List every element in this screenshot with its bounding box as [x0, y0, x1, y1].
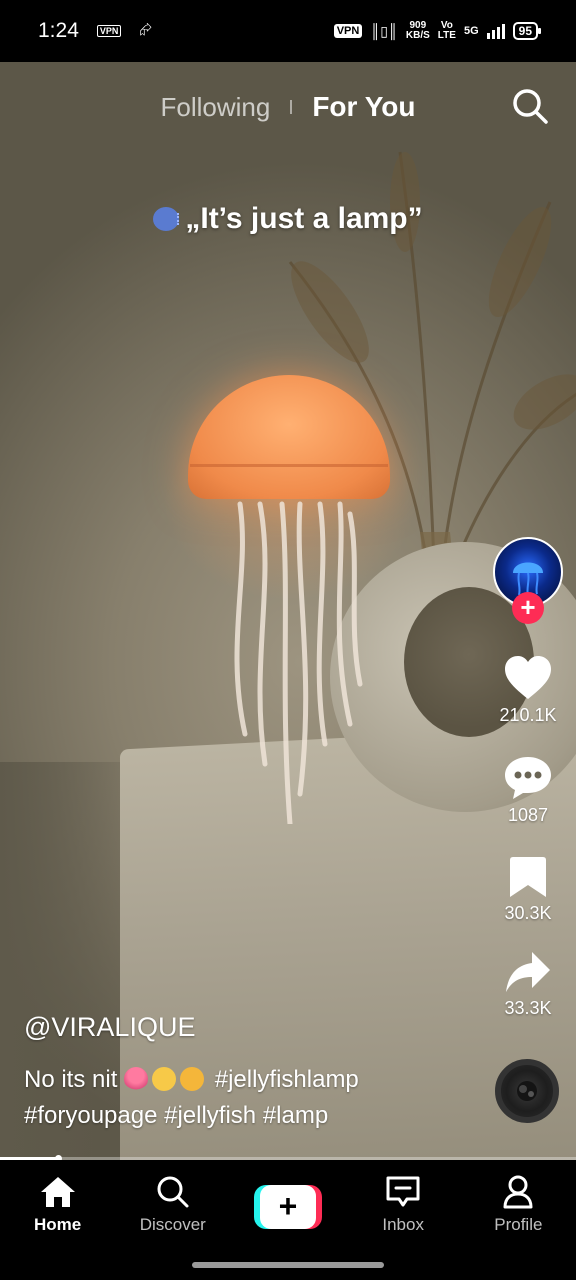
heart-icon	[505, 656, 551, 699]
post-username[interactable]: @VIRALIQUE	[24, 1012, 195, 1043]
nav-home-label: Home	[33, 1215, 82, 1234]
save-button[interactable]: 30.3K	[488, 855, 568, 924]
vpn-small-icon: VPN	[96, 25, 122, 37]
lte-label: LTE	[437, 30, 456, 41]
comment-icon	[505, 757, 551, 799]
network-speed: 909 KB/S	[406, 21, 430, 41]
jellyfish-tentacles	[234, 501, 363, 824]
signal-icon	[486, 23, 505, 39]
create-plus-icon: +	[259, 1185, 316, 1229]
hashtags-line-2[interactable]: #foryoupage #jellyfish #lamp	[24, 1102, 328, 1129]
nav-discover-label: Discover	[139, 1215, 206, 1234]
comment-count: 1087	[507, 805, 549, 825]
status-left: 1:24 VPN ⮳	[38, 19, 152, 43]
battery-icon: 95	[512, 22, 542, 40]
jellyfish-lamp-rim	[190, 464, 388, 467]
nav-discover[interactable]: Discover	[115, 1160, 230, 1250]
comment-button[interactable]: 1087	[488, 755, 568, 826]
album-art-icon	[517, 1081, 537, 1101]
profile-icon	[503, 1175, 533, 1209]
like-count: 210.1K	[499, 705, 557, 725]
volte-indicator: Vo LTE	[438, 21, 456, 41]
status-right: VPN ║▯║ 909 KB/S Vo LTE 5G 95	[333, 21, 542, 41]
pleading-face-emoji-icon	[152, 1067, 177, 1091]
create-button[interactable]: +	[253, 1185, 322, 1229]
post-description: No its nit #jellyfishlamp #foryoupage #j…	[24, 1062, 464, 1134]
tired-face-emoji-icon	[180, 1067, 205, 1091]
network-type: 5G	[463, 25, 479, 37]
nav-profile[interactable]: Profile	[461, 1160, 576, 1250]
vibrate-icon: ║▯║	[370, 22, 398, 39]
tab-following[interactable]: Following	[160, 92, 270, 123]
save-count: 30.3K	[504, 903, 552, 923]
tab-divider	[290, 100, 293, 114]
gesture-home-indicator[interactable]	[192, 1262, 384, 1268]
speaking-head-icon	[153, 207, 180, 231]
post-text: No its nit	[24, 1066, 118, 1093]
nav-home[interactable]: Home	[0, 1160, 115, 1250]
vpn-badge: VPN	[333, 24, 363, 38]
share-button[interactable]: 33.3K	[488, 950, 568, 1019]
hashtag-jellyfishlamp[interactable]: #jellyfishlamp	[215, 1066, 359, 1093]
home-icon	[40, 1177, 75, 1207]
discover-search-icon	[157, 1176, 189, 1208]
nav-profile-label: Profile	[494, 1215, 543, 1234]
video-caption-overlay: „It’s just a lamp”	[0, 202, 576, 236]
video-caption-text: „It’s just a lamp”	[185, 202, 423, 235]
share-count: 33.3K	[504, 998, 552, 1018]
status-bar: 1:24 VPN ⮳ VPN ║▯║ 909 KB/S Vo LTE 5G 95	[0, 0, 576, 62]
nav-inbox-label: Inbox	[382, 1215, 424, 1234]
feed-tabs: Following For You	[0, 82, 576, 132]
nav-inbox[interactable]: Inbox	[346, 1160, 461, 1250]
share-arrow-icon	[506, 952, 550, 992]
music-disc-button[interactable]	[495, 1059, 559, 1123]
inbox-icon	[386, 1176, 420, 1207]
follow-button[interactable]: +	[512, 592, 544, 624]
like-button[interactable]: 210.1K	[488, 655, 568, 726]
speed-unit: KB/S	[405, 30, 430, 41]
bookmark-icon	[510, 857, 546, 897]
jellyfish-emoji-icon	[124, 1067, 149, 1091]
nav-create[interactable]: +	[230, 1160, 345, 1250]
tab-for-you[interactable]: For You	[312, 91, 415, 123]
status-time: 1:24	[38, 19, 79, 42]
search-icon[interactable]	[510, 86, 550, 126]
key-icon: ⮳	[139, 22, 153, 39]
